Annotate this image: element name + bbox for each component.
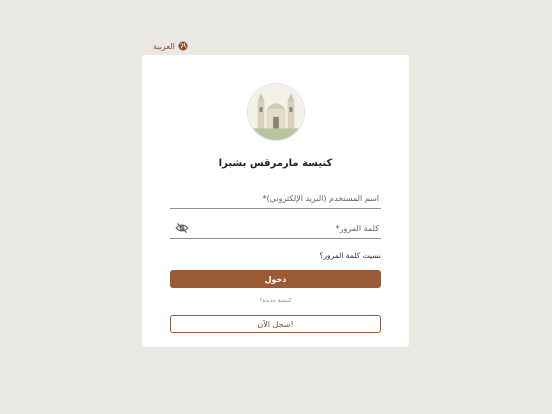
login-button[interactable]: دخول	[170, 270, 381, 288]
username-field[interactable]: اسم المستخدم (البريد الإلكتروني)*	[170, 187, 381, 209]
church-logo	[247, 83, 305, 141]
password-field[interactable]: كلمة المرور*	[170, 217, 381, 239]
globe-icon	[178, 41, 188, 51]
login-card: كنيسة مارمرقس بشبرا اسم المستخدم (البريد…	[142, 55, 409, 347]
page-title: كنيسة مارمرقس بشبرا	[218, 158, 333, 169]
register-button[interactable]: سجل الآن!	[170, 315, 381, 333]
password-label: كلمة المرور*	[335, 224, 379, 233]
username-label: اسم المستخدم (البريد الإلكتروني)*	[262, 194, 379, 203]
church-icon	[248, 84, 304, 140]
language-label: العربية	[153, 41, 175, 51]
eye-off-icon[interactable]	[175, 222, 189, 234]
new-church-text: كنيسة جديدة؟	[259, 298, 292, 304]
language-switch[interactable]: العربية	[153, 41, 188, 51]
forgot-password-link[interactable]: نسيت كلمة المرور؟	[319, 251, 381, 260]
